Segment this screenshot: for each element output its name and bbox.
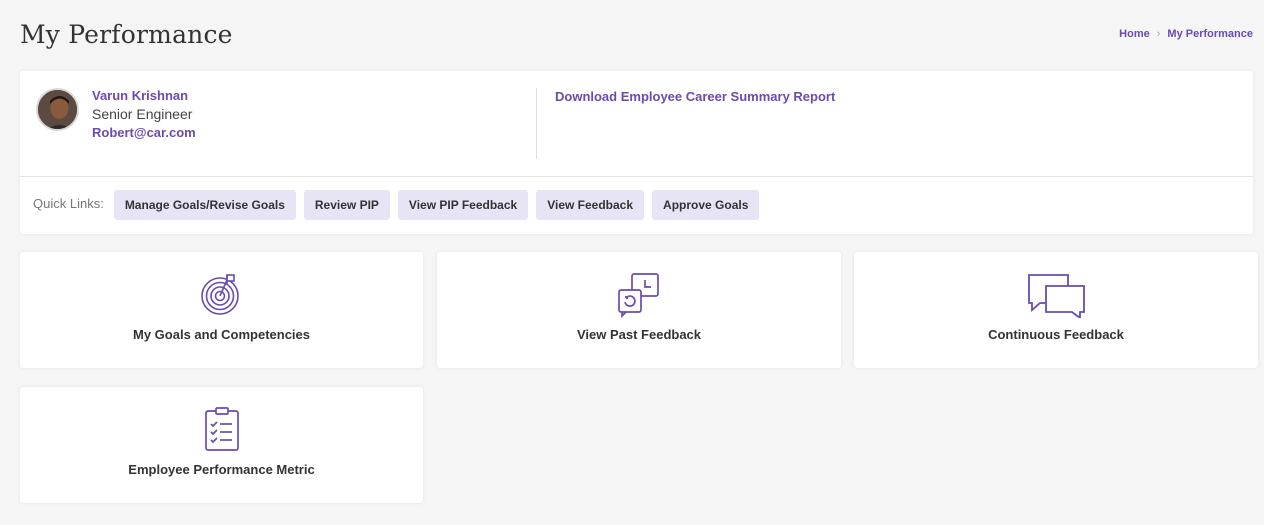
breadcrumb-home-link[interactable]: Home	[1119, 28, 1150, 40]
avatar	[36, 88, 79, 131]
tile-label: My Goals and Competencies	[133, 327, 310, 342]
tile-continuous-feedback[interactable]: Continuous Feedback	[854, 252, 1258, 368]
profile-card: Varun Krishnan Senior Engineer Robert@ca…	[20, 71, 1253, 234]
download-career-summary-link[interactable]: Download Employee Career Summary Report	[555, 89, 835, 104]
view-feedback-button[interactable]: View Feedback	[536, 190, 645, 220]
clipboard-checklist-icon	[199, 407, 245, 453]
tile-my-goals[interactable]: My Goals and Competencies	[20, 252, 423, 368]
profile-email[interactable]: Robert@car.com	[92, 123, 196, 143]
tile-label: Continuous Feedback	[988, 327, 1124, 342]
breadcrumb-current: My Performance	[1167, 28, 1253, 40]
breadcrumb-separator: ›	[1156, 28, 1161, 40]
tile-view-past-feedback[interactable]: View Past Feedback	[437, 252, 841, 368]
review-pip-button[interactable]: Review PIP	[303, 190, 390, 220]
manage-goals-button[interactable]: Manage Goals/Revise Goals	[113, 190, 296, 220]
vertical-divider	[536, 88, 537, 159]
chat-bubbles-icon	[1026, 272, 1086, 320]
feedback-history-icon	[616, 272, 662, 319]
breadcrumb: Home › My Performance	[1119, 28, 1253, 40]
page-title: My Performance	[20, 20, 233, 49]
view-pip-feedback-button[interactable]: View PIP Feedback	[397, 190, 529, 220]
profile-name[interactable]: Varun Krishnan	[92, 87, 196, 105]
tile-label: View Past Feedback	[576, 327, 702, 342]
tile-employee-performance-metric[interactable]: Employee Performance Metric	[20, 387, 423, 503]
quick-links-label: Quick Links:	[33, 195, 104, 211]
profile-role: Senior Engineer	[92, 106, 193, 122]
target-icon	[199, 272, 245, 318]
quick-links-bar: Quick Links: Manage Goals/Revise Goals R…	[33, 190, 767, 220]
approve-goals-button[interactable]: Approve Goals	[652, 190, 760, 220]
horizontal-divider	[20, 176, 1253, 177]
profile-info: Varun Krishnan Senior Engineer Robert@ca…	[92, 87, 196, 143]
tile-label: Employee Performance Metric	[128, 462, 315, 477]
